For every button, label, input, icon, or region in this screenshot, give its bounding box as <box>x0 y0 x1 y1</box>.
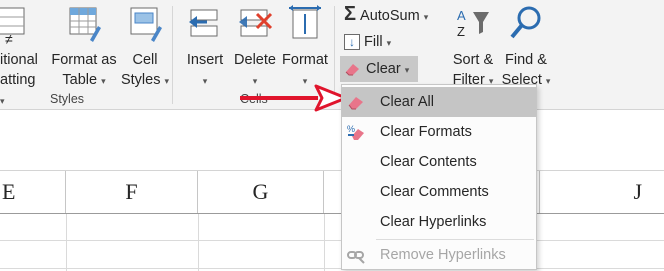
eraser-icon <box>348 97 363 110</box>
format-as-table-label-2: Table <box>62 72 98 88</box>
column-header-j[interactable]: J <box>540 171 664 213</box>
svg-text:≠: ≠ <box>5 31 13 44</box>
eraser-icon <box>345 64 359 76</box>
svg-text:A: A <box>457 8 466 23</box>
clear-dropdown-menu: Clear All % Clear Formats Clear Contents… <box>341 84 537 270</box>
conditional-formatting-button[interactable]: ≠ itional atting ▾ <box>0 4 44 111</box>
remove-hyperlink-icon <box>347 251 365 264</box>
delete-button[interactable]: Delete ▾ <box>230 4 280 91</box>
menu-item-remove-hyperlinks[interactable]: Remove Hyperlinks <box>342 240 536 270</box>
menu-item-clear-contents[interactable]: Clear Contents <box>342 147 536 177</box>
format-label: Format <box>282 52 328 68</box>
conditional-formatting-icon: ≠ <box>0 7 25 44</box>
format-cells-icon <box>289 5 321 39</box>
clear-label: Clear <box>366 61 401 77</box>
svg-text:Z: Z <box>457 24 465 39</box>
column-header-row: E F G J <box>0 170 664 214</box>
delete-cells-icon <box>239 9 273 37</box>
autosum-label: AutoSum <box>360 8 420 24</box>
worksheet-grid[interactable]: E F G J <box>0 110 664 271</box>
conditional-label-2: atting <box>0 72 36 88</box>
styles-group-label: Styles <box>50 92 85 106</box>
autosum-button[interactable]: Σ AutoSum ▾ <box>344 4 444 27</box>
menu-item-clear-comments[interactable]: Clear Comments <box>342 177 536 207</box>
format-button[interactable]: Format ▾ <box>280 4 330 91</box>
format-as-table-icon <box>69 7 101 42</box>
menu-item-label: Clear Formats <box>380 124 472 140</box>
clear-button[interactable]: Clear ▾ <box>340 56 418 82</box>
cell-styles-label-2: Styles <box>120 72 161 88</box>
menu-item-label: Clear All <box>380 94 434 110</box>
menu-item-label: Clear Comments <box>380 184 489 200</box>
menu-item-label: Remove Hyperlinks <box>380 247 506 263</box>
conditional-label-1: itional <box>0 52 38 68</box>
menu-item-clear-formats[interactable]: % Clear Formats <box>342 117 536 147</box>
svg-text:%: % <box>347 124 355 134</box>
find-select-label-1: Find & <box>505 52 547 68</box>
fill-button[interactable]: ↓ Fill ▾ <box>344 32 414 53</box>
sort-filter-button[interactable]: A Z Sort & Filter ▾ <box>448 4 498 91</box>
group-separator <box>172 6 173 104</box>
cell-styles-label-1: Cell <box>132 52 158 68</box>
column-gridline <box>66 214 67 271</box>
row-gridline <box>0 268 664 269</box>
column-gridline <box>324 214 325 271</box>
sort-filter-icon: A Z <box>457 8 489 39</box>
annotation-arrow <box>240 84 348 112</box>
menu-item-clear-hyperlinks[interactable]: Clear Hyperlinks <box>342 207 536 237</box>
sort-filter-label-1: Sort & <box>452 52 494 68</box>
find-select-button[interactable]: Find & Select ▾ <box>498 4 554 91</box>
insert-label: Insert <box>186 52 224 68</box>
magnifier-icon <box>510 6 541 39</box>
column-gridline <box>198 214 199 271</box>
insert-button[interactable]: Insert ▾ <box>180 4 230 91</box>
delete-label: Delete <box>234 52 276 68</box>
fill-label: Fill <box>364 34 383 50</box>
menu-item-clear-all[interactable]: Clear All <box>342 87 536 117</box>
row-gridline <box>0 240 664 241</box>
format-as-table-label-1: Format as <box>51 52 117 68</box>
sigma-icon: Σ <box>344 3 357 25</box>
fill-down-icon: ↓ <box>344 34 360 51</box>
cell-styles-button[interactable]: Cell Styles ▾ <box>118 4 172 91</box>
cell-styles-icon <box>130 7 162 42</box>
clear-formats-icon: % <box>347 124 364 140</box>
insert-cells-icon <box>189 9 218 37</box>
menu-item-label: Clear Hyperlinks <box>380 214 487 230</box>
menu-item-label: Clear Contents <box>380 154 477 170</box>
column-header-e[interactable]: E <box>0 171 66 213</box>
column-header-g[interactable]: G <box>198 171 324 213</box>
format-as-table-button[interactable]: Format as Table ▾ <box>50 4 118 91</box>
column-header-f[interactable]: F <box>66 171 198 213</box>
